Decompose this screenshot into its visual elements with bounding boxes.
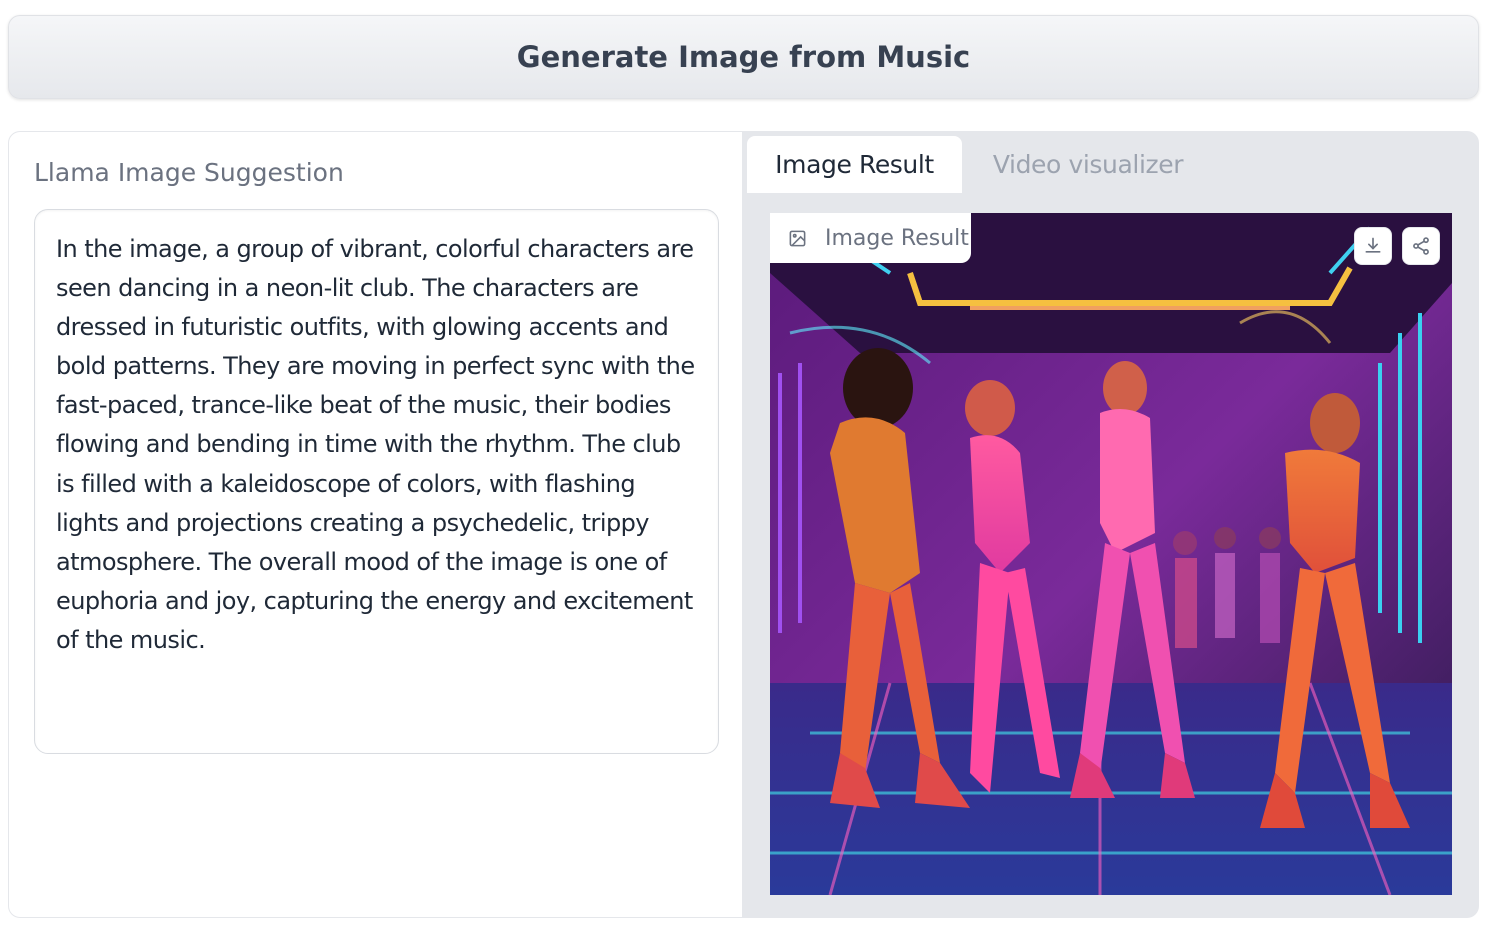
suggestion-textbox[interactable]: In the image, a group of vibrant, colorf… [34, 209, 719, 754]
image-result-label: Image Result [770, 213, 971, 263]
share-button[interactable] [1402, 227, 1440, 265]
suggestion-column: Llama Image Suggestion In the image, a g… [9, 132, 743, 917]
generated-dance-club-image [770, 213, 1452, 895]
result-image-container: Image Result [770, 213, 1452, 895]
share-icon [1413, 237, 1429, 255]
image-icon [789, 230, 806, 246]
result-column: Image Result Video visualizer Image Resu… [743, 132, 1478, 917]
image-result-label-text: Image Result [825, 225, 969, 251]
main-panel: Llama Image Suggestion In the image, a g… [8, 131, 1479, 918]
download-button[interactable] [1354, 227, 1392, 265]
download-icon [1365, 237, 1381, 253]
suggestion-label: Llama Image Suggestion [34, 158, 344, 187]
tab-image-result[interactable]: Image Result [747, 136, 962, 193]
generate-image-button[interactable]: Generate Image from Music [8, 15, 1479, 99]
tab-video-visualizer[interactable]: Video visualizer [983, 136, 1193, 193]
